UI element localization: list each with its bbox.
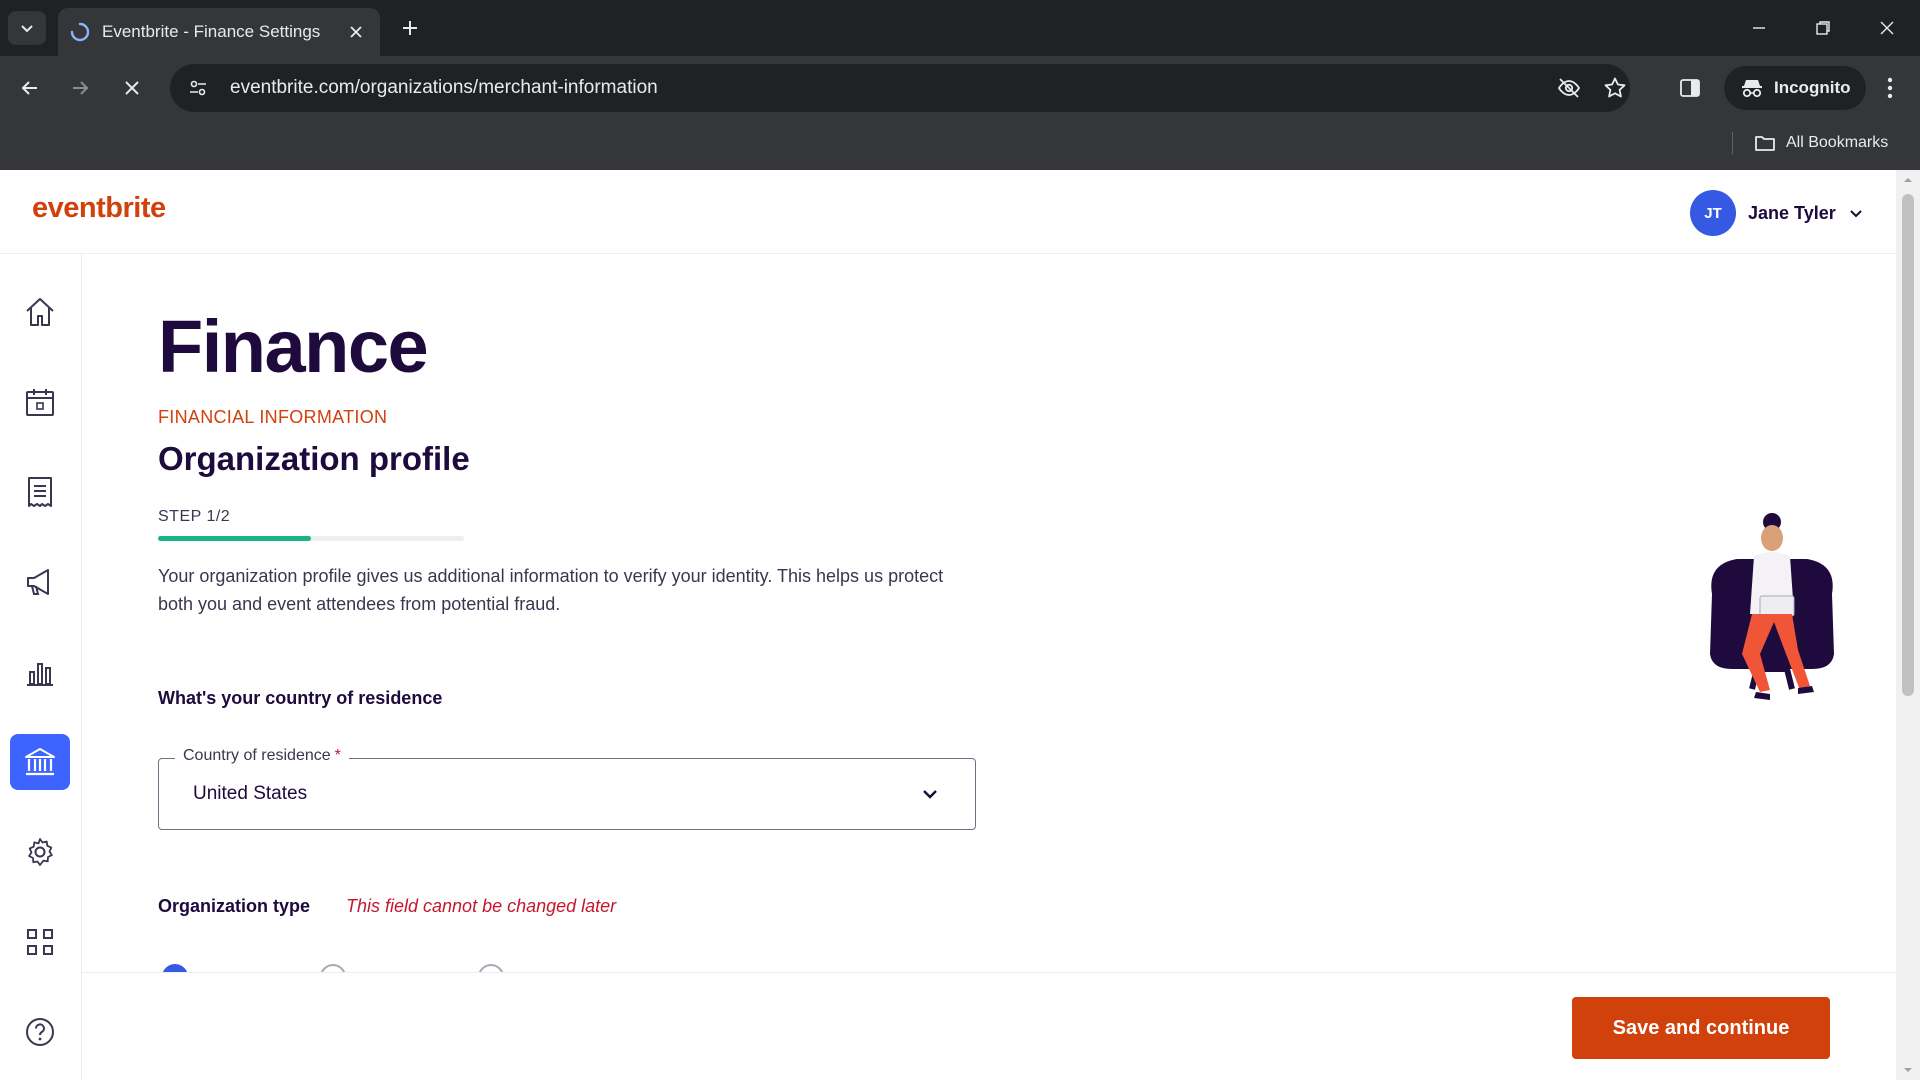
country-question: What's your country of residence [158,688,443,708]
close-window-button[interactable] [1864,10,1910,46]
sidebar-item-help[interactable] [10,1004,70,1060]
bookmarks-separator [1732,132,1733,154]
side-navigation [0,254,82,1080]
more-vertical-icon [1887,77,1893,99]
scrollbar-thumb[interactable] [1902,194,1914,696]
chevron-down-icon [1850,210,1862,218]
tab-title: Eventbrite - Finance Settings [102,22,321,41]
app-header: eventbrite JT Jane Tyler [0,170,1896,254]
minimize-button[interactable] [1736,10,1782,46]
browser-toolbar: eventbrite.com/organizations/merchant-in… [0,56,1920,178]
back-button[interactable] [10,68,50,108]
arrow-right-icon [73,81,89,95]
section-title: Organization profile [158,440,470,477]
chevron-down-icon [923,790,937,799]
loading-spinner-icon [70,22,90,42]
receipt-icon [28,477,52,507]
plus-icon [403,21,417,35]
tab-search-button[interactable] [8,11,46,45]
restore-button[interactable] [1800,10,1846,46]
sidebar-item-reporting[interactable] [10,644,70,700]
sidebar-item-apps[interactable] [10,914,70,970]
scroll-up-icon[interactable] [1902,174,1914,186]
close-icon [125,81,139,95]
required-mark: * [334,747,341,764]
web-page: eventbrite JT Jane Tyler Finance FINANCI… [0,170,1920,1080]
country-select-label: Country of residence * [175,747,349,765]
org-type-label: Organization type [158,896,311,916]
sidebar-item-home[interactable] [10,284,70,340]
user-menu[interactable]: JT Jane Tyler [1690,190,1864,236]
sidebar-item-finance[interactable] [10,734,70,790]
close-icon [350,26,362,38]
country-select[interactable]: Country of residence * United States [158,747,976,830]
browser-tab-bar: Eventbrite - Finance Settings [0,0,1920,56]
org-type-warning: This field cannot be changed later [346,896,617,916]
minimize-icon [1753,27,1765,29]
eye-off-icon[interactable] [1554,73,1584,103]
progress-bar-fill [158,536,311,541]
incognito-label: Incognito [1774,78,1851,97]
help-icon [26,1018,54,1046]
page-scrollbar[interactable] [1896,170,1920,1080]
browser-menu-button[interactable] [1872,68,1908,108]
restore-icon [1816,21,1830,35]
calendar-icon [26,389,54,416]
grid-icon [27,929,53,955]
save-and-continue-button[interactable]: Save and continue [1572,997,1830,1059]
sidebar-item-marketing[interactable] [10,554,70,610]
main-content: Finance FINANCIAL INFORMATION Organizati… [82,254,1896,996]
country-select-value: United States [193,783,308,804]
gear-icon [28,838,53,866]
section-eyebrow: FINANCIAL INFORMATION [158,407,388,427]
browser-tab[interactable]: Eventbrite - Finance Settings [58,8,380,56]
step-indicator: STEP 1/2 [158,508,231,525]
country-label-text: Country of residence [183,747,331,764]
side-panel-icon [1680,79,1700,97]
new-tab-button[interactable] [394,12,426,44]
tab-close-button[interactable] [346,22,366,42]
sticky-footer: Save and continue [82,972,1896,1080]
scroll-down-icon[interactable] [1902,1064,1914,1076]
sidebar-item-settings[interactable] [10,824,70,880]
arrow-left-icon [21,81,37,95]
progress-bar [158,536,464,541]
url-text: eventbrite.com/organizations/merchant-in… [230,77,658,98]
home-icon [26,298,54,326]
sidebar-item-events[interactable] [10,374,70,430]
avatar: JT [1690,190,1736,236]
user-name: Jane Tyler [1748,202,1836,223]
stop-loading-button[interactable] [112,68,152,108]
close-icon [1880,21,1894,35]
folder-icon [1755,136,1775,151]
sidebar-item-orders[interactable] [10,464,70,520]
address-bar[interactable]: eventbrite.com/organizations/merchant-in… [170,64,1630,112]
bank-icon [25,748,55,776]
forward-button[interactable] [60,68,100,108]
incognito-icon [1742,80,1762,98]
profile-description: Your organization profile gives us addit… [158,566,944,614]
bar-chart-icon [27,663,53,686]
all-bookmarks-label: All Bookmarks [1786,134,1889,151]
chevron-down-icon [21,25,33,33]
megaphone-icon [27,569,49,595]
person-in-chair-illustration [1710,513,1834,700]
site-info-icon[interactable] [176,78,220,98]
eventbrite-logo[interactable]: eventbrite [32,192,166,225]
side-panel-button[interactable] [1670,68,1710,108]
incognito-badge[interactable]: Incognito [1724,66,1867,110]
page-title: Finance [158,305,429,388]
all-bookmarks-button[interactable]: All Bookmarks [1754,128,1888,158]
bookmark-star-icon[interactable] [1600,73,1630,103]
